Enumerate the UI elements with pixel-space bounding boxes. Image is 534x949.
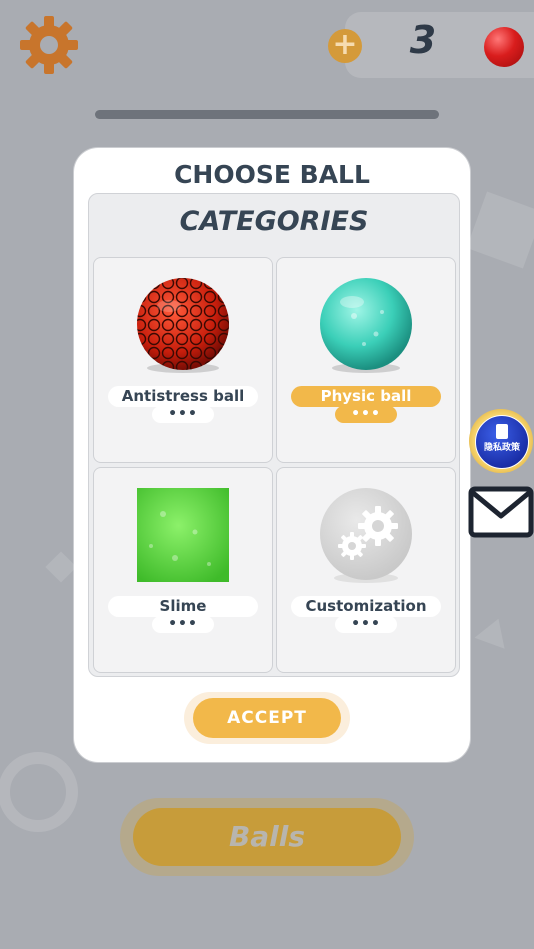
- category-card-antistress-ball[interactable]: Antistress ball •••: [93, 257, 273, 463]
- customization-ball-image: [320, 488, 412, 583]
- background-decoration: [466, 191, 534, 269]
- card-label: Antistress ball: [108, 386, 258, 407]
- card-label: Customization: [291, 596, 441, 617]
- category-card-customization[interactable]: Customization •••: [276, 467, 456, 673]
- physic-ball-image: [320, 278, 412, 373]
- balls-button[interactable]: Balls: [133, 808, 401, 866]
- choose-ball-dialog: CHOOSE BALL CATEGORIES Antistress ball •…: [74, 148, 470, 762]
- add-coins-button[interactable]: +: [328, 29, 362, 63]
- background-decoration: [474, 613, 514, 649]
- dialog-title: CHOOSE BALL: [174, 160, 370, 189]
- category-card-slime[interactable]: Slime •••: [93, 467, 273, 673]
- card-more-button[interactable]: •••: [335, 616, 397, 633]
- privacy-policy-label: 隐私政策: [483, 443, 520, 453]
- gear-icon: [20, 16, 78, 74]
- slime-image: [137, 488, 229, 582]
- categories-panel: CATEGORIES Antistress ball ••• Physic ba…: [88, 193, 460, 677]
- category-card-physic-ball[interactable]: Physic ball •••: [276, 257, 456, 463]
- privacy-policy-button[interactable]: 隐私政策: [469, 409, 533, 473]
- privacy-policy-badge: 隐私政策: [475, 415, 529, 469]
- categories-title: CATEGORIES: [179, 206, 369, 237]
- card-more-button[interactable]: •••: [152, 406, 214, 423]
- accept-button[interactable]: ACCEPT: [193, 698, 341, 738]
- settings-button[interactable]: [18, 14, 80, 76]
- progress-bar: [95, 110, 439, 119]
- red-ball-icon: [484, 27, 524, 67]
- accept-button-frame: ACCEPT: [184, 692, 350, 744]
- card-label: Physic ball: [291, 386, 441, 407]
- card-more-button[interactable]: •••: [152, 616, 214, 633]
- ball-count: 3: [409, 18, 437, 62]
- plus-icon: +: [332, 27, 358, 62]
- balls-button-frame: Balls: [120, 798, 414, 876]
- document-icon: [496, 424, 508, 439]
- background-decoration: [45, 551, 77, 583]
- card-label: Slime: [108, 596, 258, 617]
- mail-button[interactable]: [468, 486, 534, 538]
- background-decoration: [0, 752, 78, 832]
- antistress-ball-image: [137, 278, 229, 373]
- mail-icon: [468, 486, 534, 538]
- card-more-button[interactable]: •••: [335, 406, 397, 423]
